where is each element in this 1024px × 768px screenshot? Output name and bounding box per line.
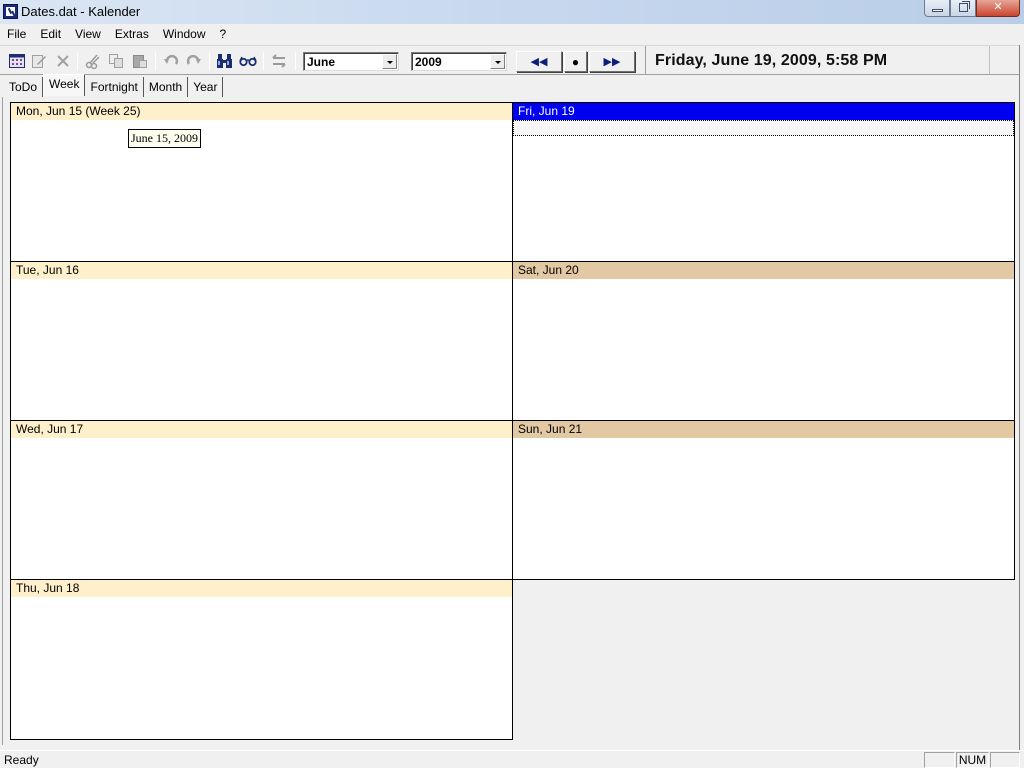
toolbar-separator [77,52,78,70]
title-bar: Dates.dat - Kalender ✕ [0,0,1024,24]
menu-edit[interactable]: Edit [33,24,68,44]
toolbar: June 2009 ◀◀ ● ▶▶ Friday, June 19, 2009,… [0,45,1024,75]
year-value: 2009 [415,55,442,69]
day-cell-tue[interactable]: Tue, Jun 16 [10,261,513,421]
window-controls: ✕ [924,0,1020,17]
date-tooltip: June 15, 2009 [128,129,201,148]
toolbar-separator [295,52,296,70]
day-cell-thu[interactable]: Thu, Jun 18 [10,579,513,740]
new-entry-row[interactable] [513,120,1014,136]
status-pane-caps [924,752,955,768]
menu-window[interactable]: Window [156,24,213,44]
restore-icon [959,1,970,12]
close-button[interactable]: ✕ [976,0,1020,17]
chevron-down-icon[interactable] [382,54,397,69]
undo-icon[interactable] [161,51,181,71]
tab-fortnight[interactable]: Fortnight [85,77,144,97]
day-cell-wed[interactable]: Wed, Jun 17 [10,420,513,580]
paste-icon[interactable] [130,51,150,71]
restore-button[interactable] [950,0,976,17]
tab-week[interactable]: Week [43,74,86,96]
menu-help[interactable]: ? [213,24,234,44]
rewind-icon: ◀◀ [530,56,548,68]
day-header[interactable]: Sat, Jun 20 [513,262,1014,279]
status-pane-scroll [990,752,1020,768]
today-dot-icon: ● [571,54,580,69]
toolbar-separator [155,52,156,70]
previous-button[interactable]: ◀◀ [516,51,562,72]
calendar-icon[interactable] [7,51,27,71]
chevron-down-icon[interactable] [490,54,505,69]
day-header-selected[interactable]: Fri, Jun 19 [513,103,1014,120]
day-header[interactable]: Thu, Jun 18 [11,580,512,597]
day-header[interactable]: Sun, Jun 21 [513,421,1014,438]
toolbar-separator [263,52,264,70]
tab-year[interactable]: Year [188,77,224,97]
window-title: Dates.dat - Kalender [21,4,141,19]
close-icon: ✕ [993,1,1003,13]
cut-icon[interactable] [83,51,103,71]
menu-bar: File Edit View Extras Window ? [0,24,1024,44]
menu-file[interactable]: File [0,24,33,44]
delete-icon[interactable] [53,51,73,71]
toolbar-separator [209,52,210,70]
minimize-icon [932,9,943,12]
today-button[interactable]: ● [564,51,587,72]
day-header[interactable]: Wed, Jun 17 [11,421,512,438]
calendar-clock-icon [3,4,18,19]
day-header[interactable]: Tue, Jun 16 [11,262,512,279]
tab-todo[interactable]: ToDo [4,77,44,97]
month-select[interactable]: June [303,52,399,71]
copy-icon[interactable] [106,51,126,71]
edit-icon[interactable] [29,51,49,71]
month-value: June [307,55,336,69]
next-button[interactable]: ▶▶ [589,51,635,72]
redo-icon[interactable] [184,51,204,71]
tab-month[interactable]: Month [144,77,189,97]
status-text: Ready [4,753,39,767]
swap-arrows-icon[interactable] [269,51,289,71]
view-tabs: ToDo Week Fortnight Month Year [4,74,224,97]
minimize-button[interactable] [924,0,950,17]
status-bar: Ready NUM [0,750,1024,768]
clock-panel: Friday, June 19, 2009, 5:58 PM [645,46,990,74]
status-pane-num: NUM [956,752,989,768]
menu-view[interactable]: View [68,24,108,44]
day-cell-sat[interactable]: Sat, Jun 20 [512,261,1015,421]
current-datetime: Friday, June 19, 2009, 5:58 PM [655,52,888,69]
day-cell-sun[interactable]: Sun, Jun 21 [512,420,1015,580]
year-select[interactable]: 2009 [411,52,507,71]
day-cell-fri[interactable]: Fri, Jun 19 [512,102,1015,262]
window-border [1019,45,1024,768]
day-cell-mon[interactable]: Mon, Jun 15 (Week 25) June 15, 2009 [10,102,513,262]
menu-extras[interactable]: Extras [108,24,156,44]
day-header[interactable]: Mon, Jun 15 (Week 25) [11,103,512,120]
find-icon[interactable] [215,51,235,71]
fast-forward-icon: ▶▶ [603,56,621,68]
view-glasses-icon[interactable] [238,51,258,71]
